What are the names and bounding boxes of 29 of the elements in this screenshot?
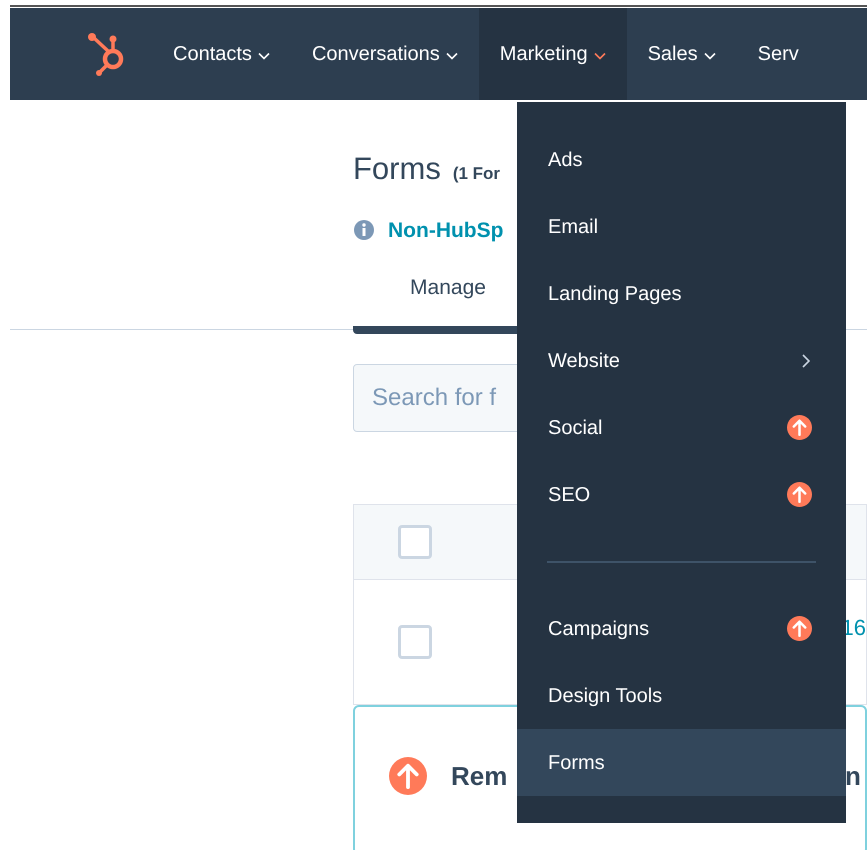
dropdown-menu-item[interactable]: Design Tools	[517, 662, 846, 729]
caret-icon	[594, 52, 606, 60]
banner-title-end: n	[845, 760, 862, 792]
dropdown-menu-item[interactable]: Email	[517, 193, 846, 260]
dropdown-menu-item[interactable]: Ads	[517, 126, 846, 193]
checkbox[interactable]	[398, 624, 432, 658]
page-title: Forms	[353, 150, 441, 188]
dropdown-menu-item[interactable]: Campaigns	[517, 595, 846, 662]
form-count: (1 For	[452, 163, 500, 185]
nav-menu-item[interactable]: Marketing	[478, 8, 627, 100]
upgrade-icon	[787, 482, 812, 507]
checkbox[interactable]	[398, 524, 432, 558]
nav-menu-item[interactable]: Contacts	[152, 8, 291, 100]
dropdown-menu-item[interactable]: Forms	[517, 729, 846, 796]
dropdown-menu-item[interactable]: Social	[517, 394, 846, 461]
upgrade-icon	[787, 415, 812, 440]
nav-menu-item[interactable]: Sales	[626, 8, 737, 100]
banner-title: Rem	[451, 760, 508, 792]
caret-icon	[704, 52, 716, 60]
info-icon	[353, 219, 375, 242]
chevron-right-icon	[802, 354, 810, 368]
nav-menu-item[interactable]: Conversations	[290, 8, 479, 100]
upgrade-icon	[389, 756, 427, 794]
nav-menu-item[interactable]: Serv	[736, 8, 820, 100]
caret-icon	[258, 52, 270, 60]
upgrade-icon	[787, 616, 812, 641]
info-link[interactable]: Non-HubSp	[388, 214, 504, 246]
caret-icon	[446, 52, 458, 60]
dropdown-menu-item[interactable]: SEO	[517, 461, 846, 528]
